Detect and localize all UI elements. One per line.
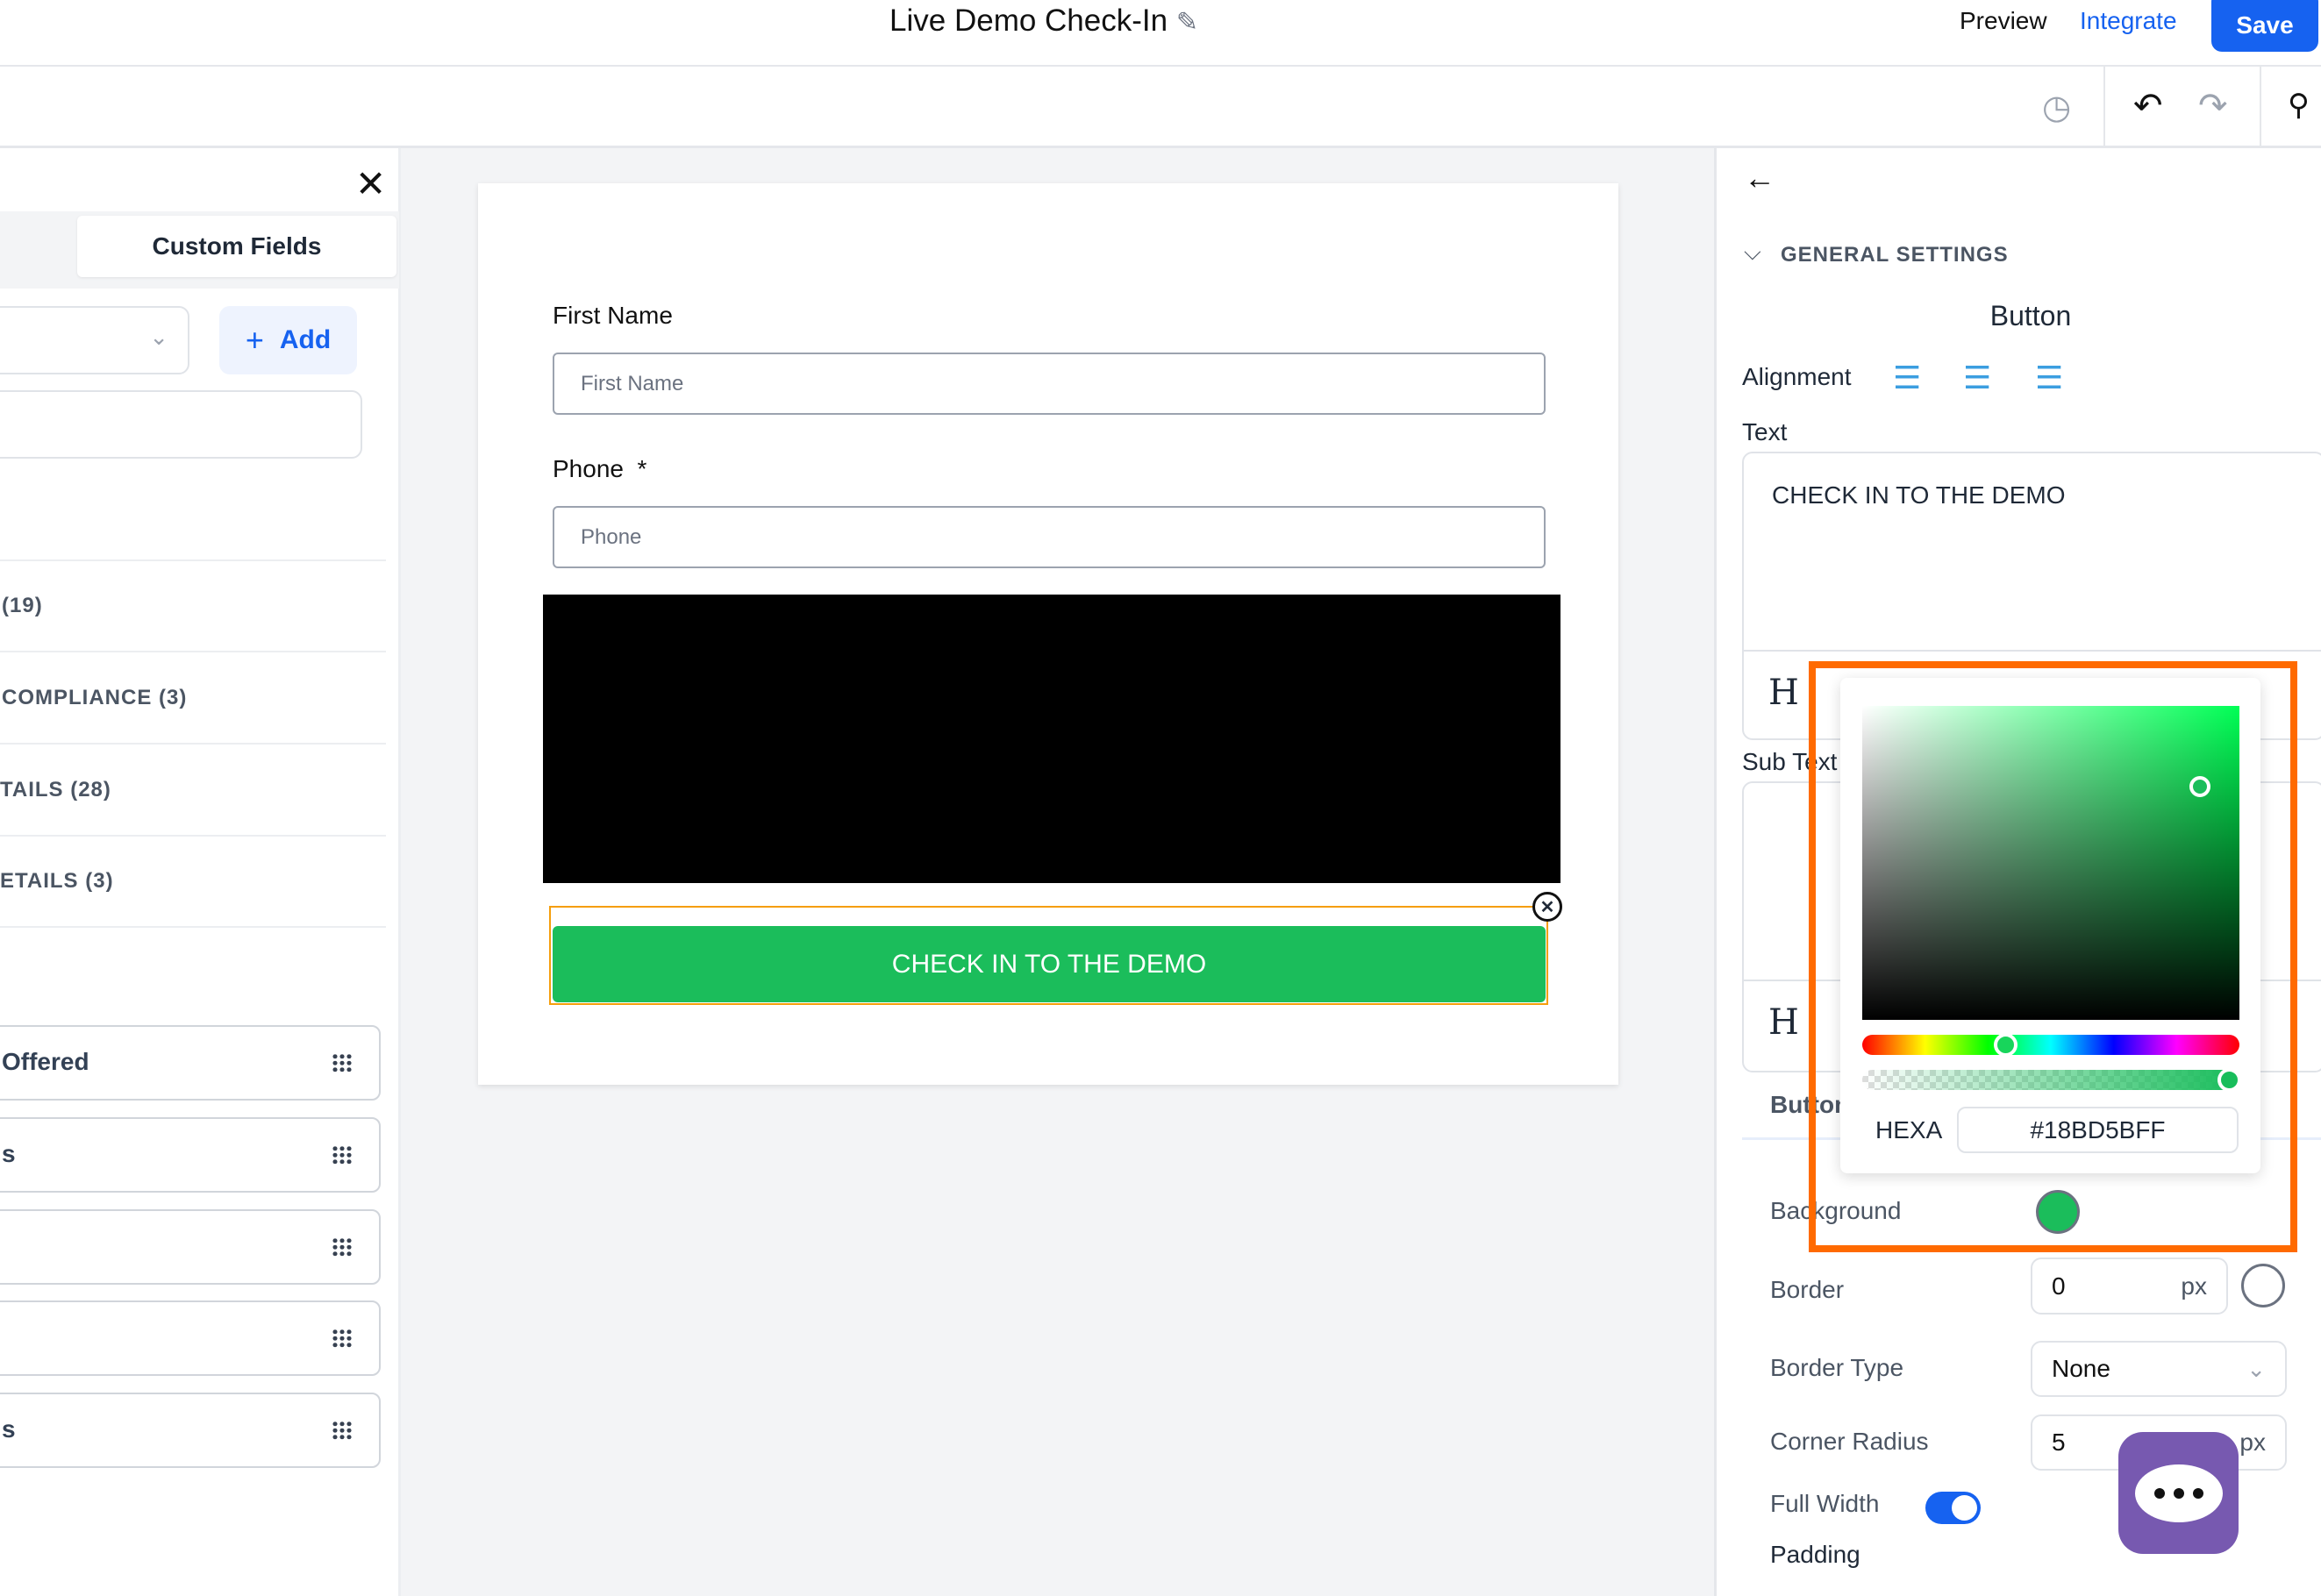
check-in-button[interactable]: CHECK IN TO THE DEMO bbox=[553, 926, 1546, 1002]
section-header[interactable]: TAILS (28) bbox=[0, 778, 111, 802]
corner-radius-label: Corner Radius bbox=[1770, 1428, 1929, 1455]
border-label: Border bbox=[1770, 1276, 1845, 1303]
heading-icon[interactable]: H bbox=[1768, 1002, 1799, 1043]
alignment-label: Alignment bbox=[1742, 363, 1852, 390]
chat-bubble-icon bbox=[2134, 1464, 2223, 1522]
add-button[interactable]: + Add bbox=[219, 306, 357, 374]
phone-label: Phone * bbox=[553, 455, 647, 482]
section-header[interactable]: ETAILS (3) bbox=[0, 869, 114, 894]
form-title[interactable]: Live Demo Check-In ✎ bbox=[0, 4, 2088, 39]
chevron-down-icon: ⌄ bbox=[149, 324, 168, 350]
section-header[interactable]: (19) bbox=[2, 594, 43, 618]
highlight-box bbox=[1809, 661, 2297, 1252]
chat-widget-button[interactable] bbox=[2118, 1432, 2239, 1554]
section-header[interactable]: COMPLIANCE (3) bbox=[2, 686, 187, 710]
first-name-input[interactable]: First Name bbox=[553, 353, 1546, 415]
padding-label: Padding bbox=[1770, 1541, 1860, 1568]
align-center-icon[interactable]: ☰ bbox=[1963, 360, 1991, 396]
remove-element-icon[interactable]: ✕ bbox=[1532, 892, 1562, 922]
heading-icon[interactable]: H bbox=[1768, 673, 1799, 713]
border-type-select[interactable]: None ⌄ bbox=[2031, 1341, 2287, 1397]
media-block[interactable] bbox=[543, 595, 1560, 883]
drag-handle-icon[interactable] bbox=[332, 1329, 353, 1348]
border-width-input[interactable]: 0 px bbox=[2031, 1258, 2228, 1315]
divider bbox=[0, 835, 386, 837]
field-card[interactable] bbox=[0, 1300, 381, 1376]
align-right-icon[interactable]: ☰ bbox=[2035, 360, 2063, 396]
text-label: Text bbox=[1742, 418, 1788, 445]
integrate-link[interactable]: Integrate bbox=[2080, 7, 2177, 35]
divider bbox=[0, 559, 386, 561]
divider bbox=[0, 651, 386, 652]
settings-sliders-icon[interactable]: ⚲ bbox=[2288, 88, 2310, 123]
fields-panel: ✕ Custom Fields ⌄ + Add (19) COMPLIANCE (… bbox=[0, 148, 401, 1596]
redo-icon[interactable]: ↷ bbox=[2198, 86, 2228, 126]
phone-input[interactable]: Phone bbox=[553, 506, 1546, 568]
divider bbox=[0, 926, 386, 928]
general-settings-header[interactable]: GENERAL SETTINGS bbox=[1781, 243, 2009, 267]
chevron-down-icon: ⌄ bbox=[2246, 1355, 2266, 1382]
save-button[interactable]: Save bbox=[2211, 0, 2318, 52]
field-card[interactable]: Offered bbox=[0, 1025, 381, 1101]
back-arrow-icon[interactable]: ← bbox=[1744, 160, 1775, 196]
history-icon[interactable]: ◷ bbox=[2042, 88, 2071, 127]
drag-handle-icon[interactable] bbox=[332, 1145, 353, 1165]
border-type-label: Border Type bbox=[1770, 1354, 1904, 1381]
panel-title: Button bbox=[1989, 300, 2072, 331]
preview-link[interactable]: Preview bbox=[1960, 7, 2047, 35]
full-width-toggle[interactable] bbox=[1925, 1492, 1981, 1524]
drag-handle-icon[interactable] bbox=[332, 1421, 353, 1440]
tab-custom-fields[interactable]: Custom Fields bbox=[77, 216, 396, 277]
chevron-down-icon[interactable]: ⌵ bbox=[1744, 239, 1761, 267]
drag-handle-icon[interactable] bbox=[332, 1053, 353, 1072]
first-name-label: First Name bbox=[553, 302, 673, 329]
toggle-knob bbox=[1952, 1495, 1977, 1521]
field-card[interactable]: s bbox=[0, 1117, 381, 1193]
border-color-swatch[interactable] bbox=[2241, 1264, 2285, 1307]
align-left-icon[interactable]: ☰ bbox=[1893, 360, 1921, 396]
divider bbox=[0, 743, 386, 745]
plus-icon: + bbox=[245, 322, 264, 358]
editor-toolbar-divider bbox=[1744, 650, 2321, 652]
field-type-select[interactable]: ⌄ bbox=[0, 306, 189, 374]
drag-handle-icon[interactable] bbox=[332, 1237, 353, 1257]
field-card[interactable]: s bbox=[0, 1393, 381, 1468]
search-input[interactable] bbox=[0, 390, 362, 459]
toolbar-divider bbox=[2103, 67, 2105, 148]
undo-icon[interactable]: ↶ bbox=[2133, 86, 2163, 126]
toolbar-divider bbox=[2260, 67, 2261, 148]
full-width-label: Full Width bbox=[1770, 1490, 1880, 1517]
field-card[interactable] bbox=[0, 1209, 381, 1285]
pencil-edit-icon[interactable]: ✎ bbox=[1176, 8, 1198, 37]
editor-toolbar bbox=[0, 67, 2321, 148]
close-icon[interactable]: ✕ bbox=[355, 162, 386, 205]
text-editor-value: CHECK IN TO THE DEMO bbox=[1772, 481, 2066, 509]
